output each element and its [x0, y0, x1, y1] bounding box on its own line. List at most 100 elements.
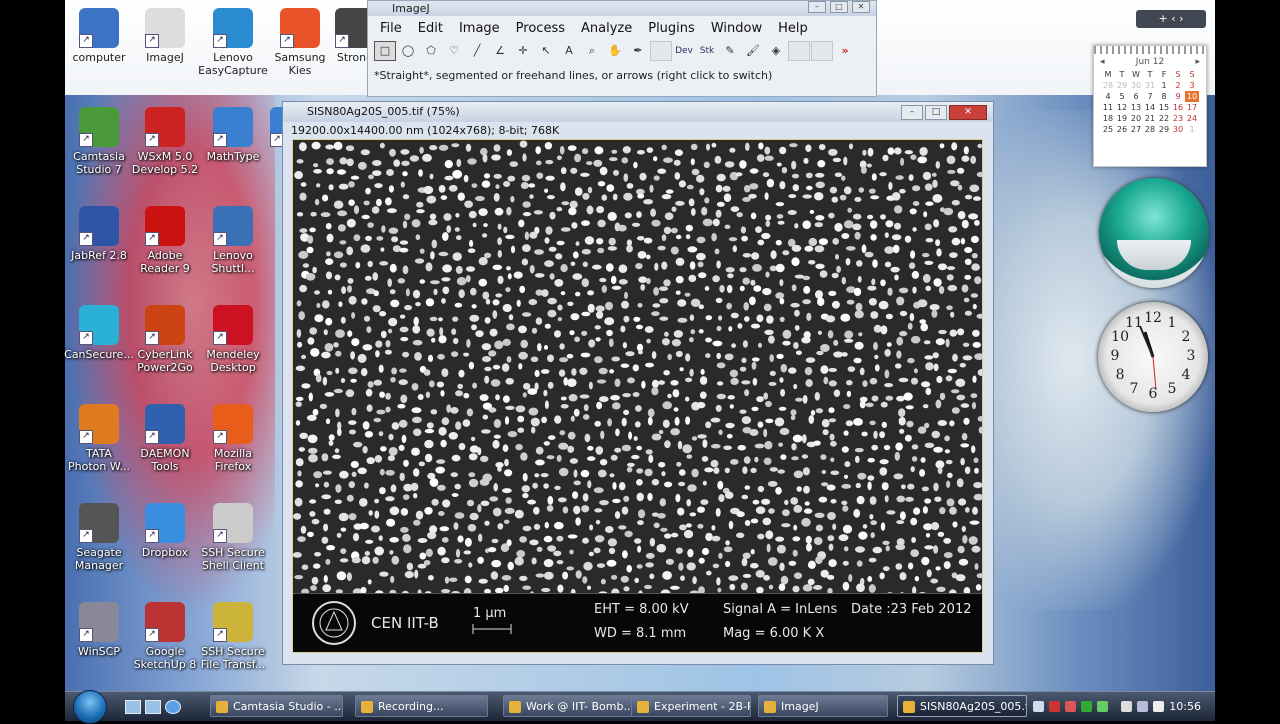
- calendar-day[interactable]: 25: [1101, 124, 1115, 135]
- menu-analyze[interactable]: Analyze: [573, 21, 640, 36]
- pencil-tool-icon[interactable]: ✎: [719, 41, 741, 61]
- calendar-day[interactable]: 3: [1185, 80, 1199, 91]
- desktop-icon[interactable]: ↗ SSH Secure Shell Client: [198, 503, 268, 572]
- menu-window[interactable]: Window: [703, 21, 770, 36]
- calendar-day[interactable]: 9: [1171, 91, 1185, 102]
- calendar-day[interactable]: 27: [1129, 124, 1143, 135]
- calendar-day[interactable]: 1: [1185, 124, 1199, 135]
- clock-gadget[interactable]: 12 1 2 3 4 5 6 7 8 9 10 11: [1098, 302, 1208, 412]
- taskbar-item[interactable]: Work @ IIT- Bomb...: [503, 695, 636, 717]
- desktop-icon[interactable]: ↗ ImageJ: [130, 8, 200, 64]
- calendar-day[interactable]: 10: [1185, 91, 1199, 102]
- menu-image[interactable]: Image: [451, 21, 508, 36]
- menu-file[interactable]: File: [372, 21, 410, 36]
- prev-month-icon[interactable]: ◂: [1100, 57, 1105, 67]
- menu-process[interactable]: Process: [508, 21, 573, 36]
- desktop-icon[interactable]: ↗ JabRef 2.8: [64, 206, 134, 262]
- desktop-icon[interactable]: ↗ Mendeley Desktop: [198, 305, 268, 374]
- calendar-day[interactable]: 22: [1157, 113, 1171, 124]
- calendar-day[interactable]: 6: [1129, 91, 1143, 102]
- menu-plugins[interactable]: Plugins: [640, 21, 703, 36]
- calendar-day[interactable]: 5: [1115, 91, 1129, 102]
- tray-arrow-icon[interactable]: [1033, 701, 1044, 712]
- developer-menu-tool[interactable]: Dev: [673, 41, 695, 61]
- desktop-icon[interactable]: ↗ DAEMON Tools: [130, 404, 200, 473]
- wand-tool-icon[interactable]: ↖: [535, 41, 557, 61]
- angle-tool-icon[interactable]: ∠: [489, 41, 511, 61]
- text-tool-icon[interactable]: A: [558, 41, 580, 61]
- show-desktop-icon[interactable]: [125, 700, 141, 714]
- calendar-day[interactable]: 18: [1101, 113, 1115, 124]
- scroll-tool-icon[interactable]: ✋: [604, 41, 626, 61]
- calendar-day[interactable]: 29: [1157, 124, 1171, 135]
- image-titlebar[interactable]: SISN80Ag20S_005.tif (75%) – □ ✕: [283, 102, 993, 122]
- ie-icon[interactable]: [165, 700, 181, 714]
- maximize-button[interactable]: □: [830, 1, 848, 13]
- tray-clock[interactable]: 10:56: [1169, 700, 1201, 713]
- calendar-day[interactable]: 31: [1143, 80, 1157, 91]
- power-icon[interactable]: [1121, 701, 1132, 712]
- calendar-day[interactable]: 16: [1171, 102, 1185, 113]
- magnifier-tool-icon[interactable]: ⌕: [581, 41, 603, 61]
- stack-menu-tool[interactable]: Stk: [696, 41, 718, 61]
- line-tool-icon[interactable]: ╱: [466, 41, 488, 61]
- desktop-icon[interactable]: ↗ Dropbox: [130, 503, 200, 559]
- volume-icon[interactable]: [1153, 701, 1164, 712]
- desktop-icon[interactable]: ↗ Seagate Manager: [64, 503, 134, 572]
- more-tools-icon[interactable]: »: [834, 41, 856, 61]
- freehand-tool-icon[interactable]: ♡: [443, 41, 465, 61]
- blank-tool-slot[interactable]: [811, 41, 833, 61]
- calendar-day[interactable]: 29: [1115, 80, 1129, 91]
- desktop-icon[interactable]: ↗ CyberLink Power2Go: [130, 305, 200, 374]
- desktop-icon[interactable]: ↗ Camtasia Studio 7: [64, 107, 134, 176]
- minimize-button[interactable]: –: [808, 1, 826, 13]
- calendar-day[interactable]: 23: [1171, 113, 1185, 124]
- desktop-icon[interactable]: ↗ Lenovo EasyCapture: [198, 8, 268, 77]
- taskbar-item[interactable]: SISN80Ag20S_005.t...: [897, 695, 1027, 717]
- desktop-icon[interactable]: ↗ WinSCP: [64, 602, 134, 658]
- desktop-icon[interactable]: ↗ SSH Secure File Transf...: [198, 602, 268, 671]
- calendar-day[interactable]: 24: [1185, 113, 1199, 124]
- polygon-tool-icon[interactable]: ⬠: [420, 41, 442, 61]
- sem-image-canvas[interactable]: CEN IIT-B 1 μm EHT = 8.00 kV WD = 8.1 mm…: [292, 139, 983, 653]
- minimize-button[interactable]: –: [901, 105, 923, 120]
- desktop-icon[interactable]: ↗ computer: [64, 8, 134, 64]
- meter-gadget[interactable]: [1099, 178, 1209, 288]
- brush-tool-icon[interactable]: 🖌: [742, 41, 764, 61]
- oval-tool-icon[interactable]: ◯: [397, 41, 419, 61]
- desktop-icon[interactable]: ↗ Adobe Reader 9: [130, 206, 200, 275]
- calendar-day[interactable]: 7: [1143, 91, 1157, 102]
- close-button[interactable]: ✕: [852, 1, 870, 13]
- dropper-tool-icon[interactable]: ✒: [627, 41, 649, 61]
- switch-windows-icon[interactable]: [145, 700, 161, 714]
- menu-edit[interactable]: Edit: [410, 21, 451, 36]
- desktop-icon[interactable]: ↗ Google SketchUp 8: [130, 602, 200, 671]
- calendar-day[interactable]: 1: [1157, 80, 1171, 91]
- calendar-day[interactable]: 2: [1171, 80, 1185, 91]
- next-month-icon[interactable]: ▸: [1195, 57, 1200, 67]
- menu-help[interactable]: Help: [770, 21, 816, 36]
- antivirus-icon[interactable]: [1049, 701, 1060, 712]
- taskbar-item[interactable]: Experiment - 2B-P: [631, 695, 751, 717]
- taskbar-item[interactable]: Recording...: [355, 695, 488, 717]
- desktop-icon[interactable]: ↗ TATA Photon W...: [64, 404, 134, 473]
- desktop-icon[interactable]: ↗ WSxM 5.0 Develop 5.2: [130, 107, 200, 176]
- calendar-day[interactable]: 15: [1157, 102, 1171, 113]
- calendar-day[interactable]: 30: [1171, 124, 1185, 135]
- calendar-day[interactable]: 20: [1129, 113, 1143, 124]
- blank-tool-slot[interactable]: [650, 41, 672, 61]
- flood-fill-tool-icon[interactable]: ◈: [765, 41, 787, 61]
- start-button[interactable]: [73, 690, 107, 724]
- calendar-day[interactable]: 12: [1115, 102, 1129, 113]
- imagej-titlebar[interactable]: ImageJ – □ ✕: [368, 1, 876, 16]
- desktop-icon[interactable]: ↗ Lenovo Shuttl...: [198, 206, 268, 275]
- calendar-day[interactable]: 30: [1129, 80, 1143, 91]
- calendar-day[interactable]: 13: [1129, 102, 1143, 113]
- calendar-day[interactable]: 21: [1143, 113, 1157, 124]
- calendar-day[interactable]: 8: [1157, 91, 1171, 102]
- sidebar-controls[interactable]: + ‹ ›: [1136, 10, 1206, 28]
- calendar-day[interactable]: 28: [1143, 124, 1157, 135]
- calendar-day[interactable]: 4: [1101, 91, 1115, 102]
- security-icon[interactable]: [1065, 701, 1076, 712]
- taskbar-item[interactable]: ImageJ: [758, 695, 888, 717]
